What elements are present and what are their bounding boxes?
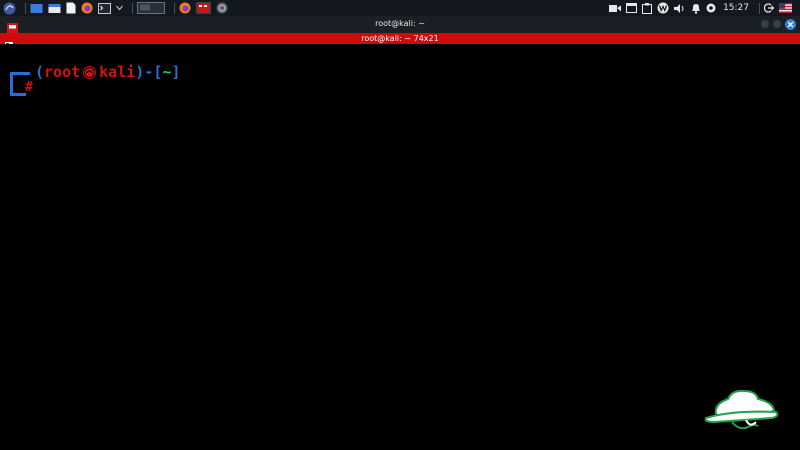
prompt-host: kali (99, 63, 136, 81)
language-flag-icon[interactable] (779, 2, 792, 14)
clipboard-icon[interactable] (642, 2, 653, 14)
notifications-icon[interactable] (691, 2, 701, 14)
panel-separator (174, 2, 175, 14)
camera-icon[interactable] (609, 2, 622, 14)
kali-menu-icon[interactable] (3, 2, 16, 14)
prompt-open-bracket: [ (153, 63, 163, 81)
chevron-down-icon[interactable] (116, 2, 123, 14)
prompt-bracket-bottom (10, 80, 26, 96)
window-titlebar[interactable]: root@kali: ~ (0, 16, 800, 34)
prompt-dir: ~ (162, 63, 172, 81)
window-title: root@kali: ~ (375, 19, 425, 28)
minimize-button[interactable] (761, 20, 769, 28)
window-icon[interactable] (626, 2, 638, 14)
prompt-line: (root kali) -[~] (35, 63, 180, 81)
power-manager-icon[interactable] (706, 2, 716, 14)
close-icon (787, 21, 794, 28)
terminal-header-title: root@kali: ~ 74x21 (361, 34, 439, 43)
panel-clock[interactable]: 15:27 (723, 3, 749, 13)
panel-separator (132, 2, 133, 14)
prompt-close-paren: ) (135, 63, 145, 81)
prompt-dash: - (144, 63, 154, 81)
kali-dragon-icon (83, 65, 97, 79)
volume-icon[interactable] (674, 2, 686, 14)
undercover-mascot-icon (702, 388, 782, 438)
prompt-user: root (44, 63, 81, 81)
panel-separator (25, 2, 26, 14)
panel-separator (759, 2, 760, 14)
terminal-task-icon[interactable] (196, 2, 211, 14)
file-manager-icon[interactable] (48, 2, 61, 14)
top-panel: 15:27 (0, 0, 800, 16)
show-desktop-icon[interactable] (30, 2, 43, 14)
terminal-output[interactable]: (root kali) -[~] # (3, 44, 798, 450)
terminal-header: root@kali: ~ 74x21 (0, 33, 800, 50)
text-editor-icon[interactable] (66, 2, 76, 14)
maximize-button[interactable] (773, 20, 781, 28)
system-tray: 15:27 (609, 2, 797, 14)
logout-icon[interactable] (764, 2, 774, 14)
firefox-icon[interactable] (81, 2, 93, 14)
close-button[interactable] (785, 19, 796, 30)
terminal-launcher-icon[interactable] (98, 2, 111, 14)
prompt-symbol: # (25, 80, 33, 95)
app-task-icon[interactable] (216, 2, 228, 14)
prompt-close-bracket: ] (171, 63, 181, 81)
firefox-task-icon[interactable] (179, 2, 191, 14)
prompt-open-paren: ( (35, 63, 45, 81)
network-icon[interactable] (657, 2, 669, 14)
workspace-switcher[interactable] (137, 2, 165, 14)
